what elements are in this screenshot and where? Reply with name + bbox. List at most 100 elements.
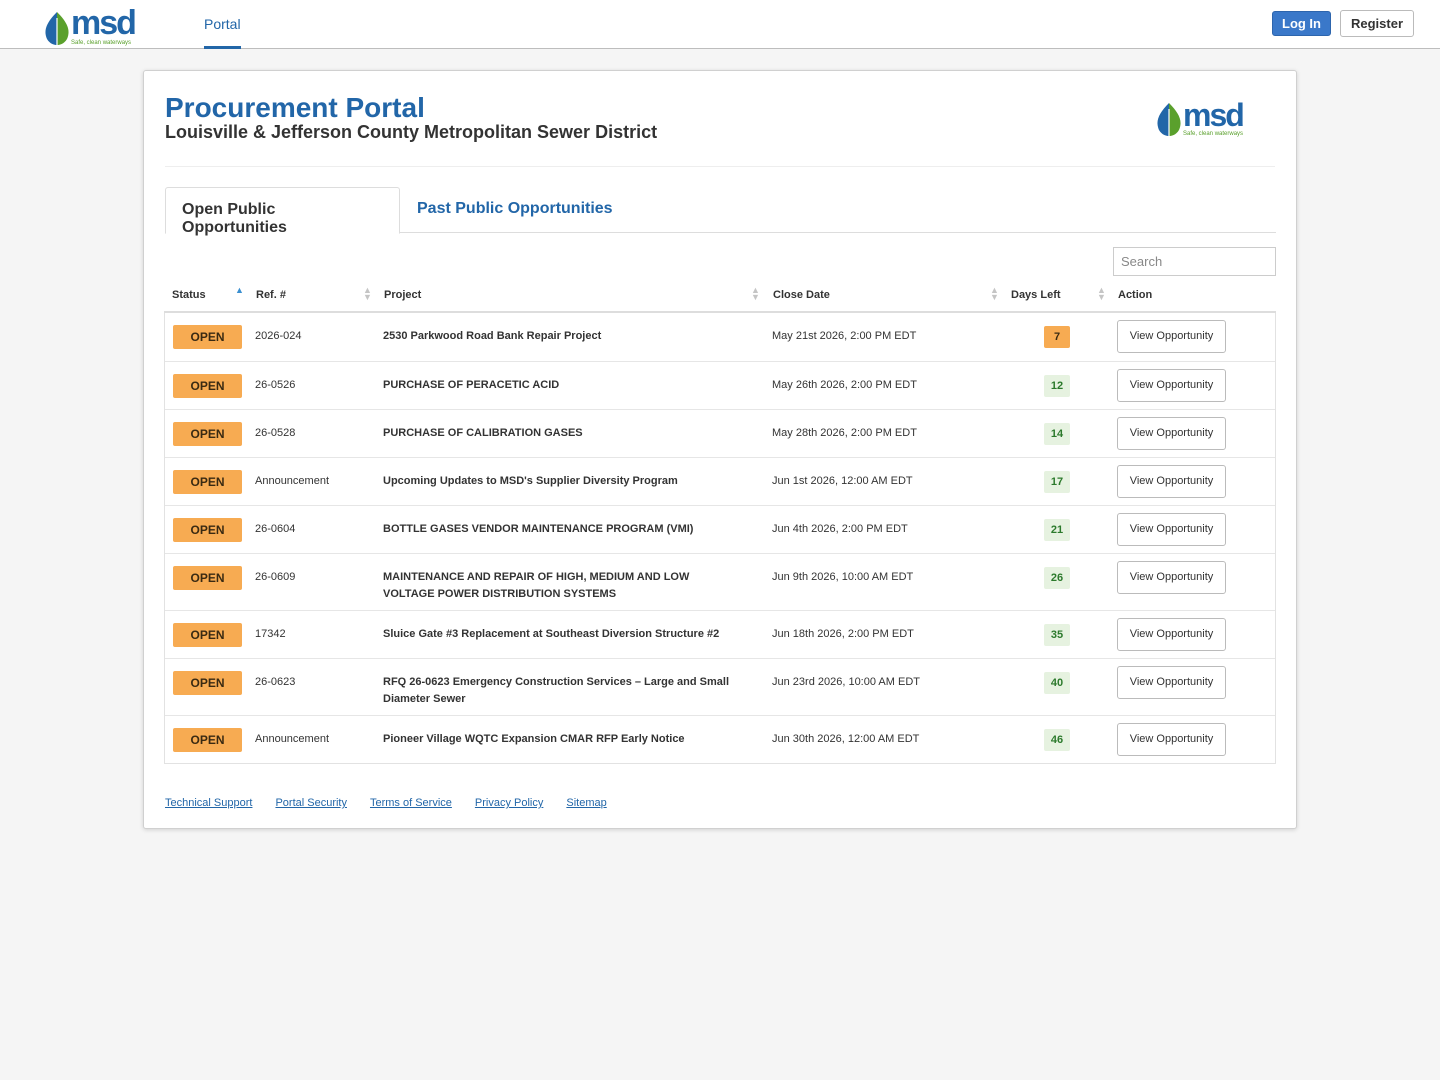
sort-icon[interactable]: ▲ ▼ (1097, 285, 1106, 301)
project-name: Pioneer Village WQTC Expansion CMAR RFP … (383, 733, 685, 745)
ref-number: 26-0623 (255, 676, 296, 688)
table-row: OPEN Announcement Upcoming Updates to MS… (165, 457, 1275, 505)
column-header-ref[interactable]: Ref. # (256, 289, 286, 301)
project-name: RFQ 26-0623 Emergency Construction Servi… (383, 676, 730, 705)
status-badge: OPEN (173, 623, 242, 647)
login-button[interactable]: Log In (1272, 11, 1331, 36)
days-left-badge: 12 (1044, 375, 1070, 397)
logo-wordmark: msd (71, 4, 137, 42)
status-badge: OPEN (173, 566, 242, 590)
table-row: OPEN 17342 Sluice Gate #3 Replacement at… (165, 610, 1275, 658)
msd-logo[interactable]: msd Safe, clean waterways (43, 4, 137, 46)
days-left-badge: 40 (1044, 672, 1070, 694)
page-subtitle: Louisville & Jefferson County Metropolit… (165, 122, 658, 142)
view-opportunity-button[interactable]: View Opportunity (1117, 618, 1226, 651)
sitemap-link[interactable]: Sitemap (566, 797, 606, 809)
column-header-project[interactable]: Project (384, 289, 421, 301)
close-date: Jun 18th 2026, 2:00 PM EDT (772, 628, 914, 640)
top-navbar: msd Safe, clean waterways Portal Log In … (0, 0, 1440, 49)
table-row: OPEN 26-0604 BOTTLE GASES VENDOR MAINTEN… (165, 505, 1275, 553)
view-opportunity-button[interactable]: View Opportunity (1117, 320, 1226, 353)
search-input[interactable] (1113, 247, 1276, 276)
table-row: OPEN 26-0528 PURCHASE OF CALIBRATION GAS… (165, 409, 1275, 457)
ref-number: 26-0604 (255, 523, 296, 535)
register-button[interactable]: Register (1340, 10, 1414, 37)
terms-of-service-link[interactable]: Terms of Service (370, 797, 452, 809)
nav-tab-label: Portal (204, 16, 241, 32)
table-row: OPEN 26-0609 MAINTENANCE AND REPAIR OF H… (165, 553, 1275, 610)
sort-ascending-icon[interactable]: ▲ (235, 285, 244, 294)
days-left-badge: 46 (1044, 729, 1070, 751)
status-badge: OPEN (173, 470, 242, 494)
days-left-badge: 14 (1044, 423, 1070, 445)
logo-tagline: Safe, clean waterways (1183, 131, 1244, 137)
project-name: Sluice Gate #3 Replacement at Southeast … (383, 628, 720, 640)
status-badge: OPEN (173, 518, 242, 542)
close-date: Jun 4th 2026, 2:00 PM EDT (772, 523, 908, 535)
table-body: OPEN 2026-024 2530 Parkwood Road Bank Re… (164, 313, 1276, 764)
close-date: Jun 9th 2026, 10:00 AM EDT (772, 571, 914, 583)
table-row: OPEN 26-0526 PURCHASE OF PERACETIC ACID … (165, 361, 1275, 409)
ref-number: Announcement (255, 475, 329, 487)
active-tab-indicator (204, 46, 241, 49)
status-badge: OPEN (173, 422, 242, 446)
table-row: OPEN 26-0623 RFQ 26-0623 Emergency Const… (165, 658, 1275, 715)
table-header: Status ▲ Ref. # ▲ ▼ Project ▲ ▼ Close Date… (164, 281, 1276, 313)
main-card: Procurement Portal Louisville & Jefferso… (143, 70, 1297, 829)
days-left-badge: 35 (1044, 624, 1070, 646)
logo-tagline: Safe, clean waterways (71, 40, 132, 46)
status-badge: OPEN (173, 728, 242, 752)
project-name: BOTTLE GASES VENDOR MAINTENANCE PROGRAM … (383, 523, 694, 535)
leaf-logo-icon (1157, 103, 1181, 136)
days-left-badge: 17 (1044, 471, 1070, 493)
column-header-status[interactable]: Status (172, 289, 206, 301)
days-left-badge: 21 (1044, 519, 1070, 541)
status-badge: OPEN (173, 325, 242, 349)
sort-icon[interactable]: ▲ ▼ (990, 285, 999, 301)
ref-number: 17342 (255, 628, 286, 640)
column-header-close-date[interactable]: Close Date (773, 289, 830, 301)
nav-tab-portal[interactable]: Portal (204, 0, 241, 49)
view-opportunity-button[interactable]: View Opportunity (1117, 465, 1226, 498)
close-date: May 21st 2026, 2:00 PM EDT (772, 330, 917, 342)
ref-number: 26-0526 (255, 379, 296, 391)
privacy-policy-link[interactable]: Privacy Policy (475, 797, 543, 809)
sort-icon[interactable]: ▲ ▼ (751, 285, 760, 301)
ref-number: 2026-024 (255, 330, 302, 342)
card-msd-logo: msd Safe, clean waterways (1155, 97, 1245, 137)
ref-number: 26-0528 (255, 427, 296, 439)
ref-number: Announcement (255, 733, 329, 745)
tab-past-opportunities[interactable]: Past Public Opportunities (401, 187, 629, 233)
view-opportunity-button[interactable]: View Opportunity (1117, 513, 1226, 546)
ref-number: 26-0609 (255, 571, 296, 583)
column-header-action: Action (1118, 289, 1153, 301)
view-opportunity-button[interactable]: View Opportunity (1117, 666, 1226, 699)
project-name: 2530 Parkwood Road Bank Repair Project (383, 330, 602, 342)
logo-wordmark: msd (1183, 97, 1245, 133)
close-date: May 28th 2026, 2:00 PM EDT (772, 427, 917, 439)
days-left-badge: 7 (1044, 326, 1070, 348)
view-opportunity-button[interactable]: View Opportunity (1117, 417, 1226, 450)
technical-support-link[interactable]: Technical Support (165, 797, 252, 809)
portal-security-link[interactable]: Portal Security (275, 797, 347, 809)
view-opportunity-button[interactable]: View Opportunity (1117, 369, 1226, 402)
tab-open-opportunities[interactable]: Open Public Opportunities (165, 187, 400, 236)
table-row: OPEN Announcement Pioneer Village WQTC E… (165, 715, 1275, 763)
footer-links: Technical Support Portal Security Terms … (165, 797, 607, 809)
days-left-badge: 26 (1044, 567, 1070, 589)
view-opportunity-button[interactable]: View Opportunity (1117, 561, 1226, 594)
project-name: PURCHASE OF PERACETIC ACID (383, 379, 560, 391)
view-opportunity-button[interactable]: View Opportunity (1117, 723, 1226, 756)
column-header-days-left[interactable]: Days Left (1011, 289, 1061, 301)
close-date: Jun 30th 2026, 12:00 AM EDT (772, 733, 920, 745)
opportunity-tabs: Open Public Opportunities Past Public Op… (165, 187, 1276, 236)
project-name: Upcoming Updates to MSD's Supplier Diver… (383, 475, 678, 487)
opportunities-table: Status ▲ Ref. # ▲ ▼ Project ▲ ▼ Close Date… (164, 281, 1276, 764)
project-name: MAINTENANCE AND REPAIR OF HIGH, MEDIUM A… (383, 571, 690, 600)
close-date: Jun 23rd 2026, 10:00 AM EDT (772, 676, 920, 688)
close-date: Jun 1st 2026, 12:00 AM EDT (772, 475, 913, 487)
sort-icon[interactable]: ▲ ▼ (363, 285, 372, 301)
close-date: May 26th 2026, 2:00 PM EDT (772, 379, 917, 391)
leaf-logo-icon (45, 12, 69, 45)
header-divider (165, 166, 1275, 167)
